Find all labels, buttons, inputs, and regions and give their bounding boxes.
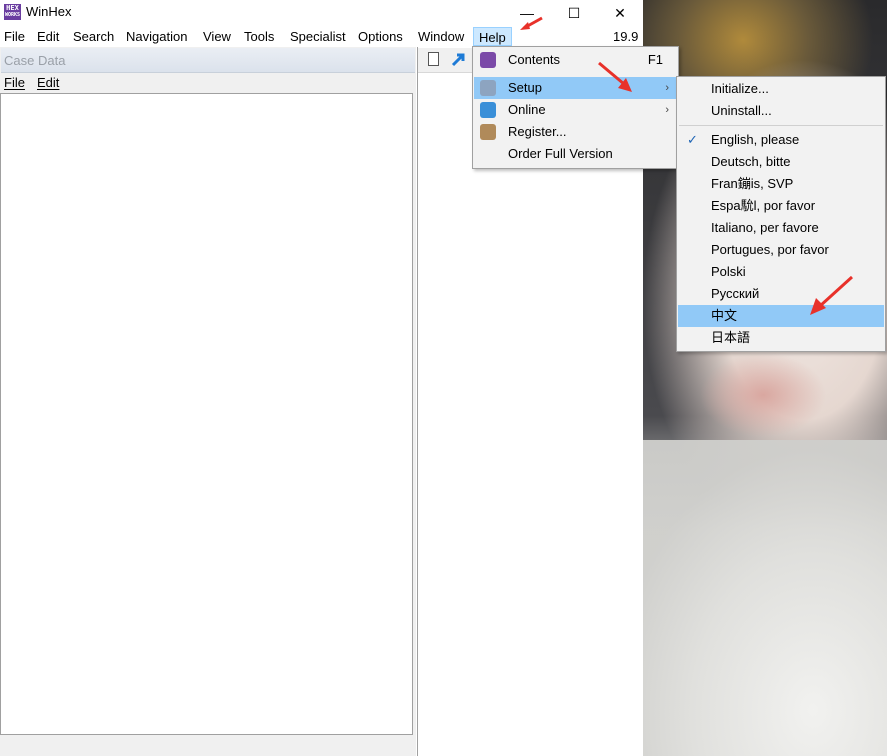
background-photo-dress xyxy=(643,440,887,756)
menu-help[interactable]: Help xyxy=(473,27,512,46)
help-register[interactable]: Register... xyxy=(474,121,677,143)
submenu-arrow-icon: › xyxy=(665,82,669,94)
menu-window[interactable]: Window xyxy=(418,27,464,46)
open-file-icon[interactable] xyxy=(451,51,466,67)
annotation-arrow-icon xyxy=(598,61,632,92)
help-menu: Contents F1 Setup › Online › Register...… xyxy=(472,46,679,169)
menu-options[interactable]: Options xyxy=(358,27,403,46)
lang-japanese[interactable]: 日本語 xyxy=(678,327,884,349)
maximize-button[interactable]: ☐ xyxy=(551,0,597,26)
online-icon xyxy=(480,102,496,118)
close-icon: ✕ xyxy=(614,4,626,21)
submenu-arrow-icon: › xyxy=(665,104,669,116)
close-button[interactable]: ✕ xyxy=(597,0,643,26)
checkmark-icon: ✓ xyxy=(687,132,698,147)
help-online[interactable]: Online › xyxy=(474,99,677,121)
case-menu-bar xyxy=(0,73,416,93)
book-icon xyxy=(480,52,496,68)
help-contents[interactable]: Contents F1 xyxy=(474,49,677,71)
setup-icon xyxy=(480,80,496,96)
new-file-icon[interactable] xyxy=(428,52,439,66)
case-menu-edit[interactable]: Edit xyxy=(37,75,59,90)
menu-view[interactable]: View xyxy=(203,27,231,46)
case-tree-area[interactable] xyxy=(0,93,413,735)
annotation-arrow-icon xyxy=(810,275,854,315)
lang-italian[interactable]: Italiano, per favore xyxy=(678,217,884,239)
case-data-title: Case Data xyxy=(4,53,66,68)
window-title: WinHex xyxy=(26,4,72,19)
version-label: 19.9 xyxy=(613,29,639,44)
help-setup[interactable]: Setup › xyxy=(474,77,677,99)
lang-french[interactable]: Fran鏰is, SVP xyxy=(678,173,884,195)
menu-specialist[interactable]: Specialist xyxy=(290,27,346,46)
lang-spanish[interactable]: Espa馻l, por favor xyxy=(678,195,884,217)
menu-separator xyxy=(679,125,883,126)
lang-english[interactable]: ✓ English, please xyxy=(678,129,884,151)
annotation-arrow-icon xyxy=(520,16,543,30)
case-menu-file[interactable]: File xyxy=(4,75,25,90)
lang-portuguese[interactable]: Portugues, por favor xyxy=(678,239,884,261)
menu-search[interactable]: Search xyxy=(73,27,114,46)
lang-german[interactable]: Deutsch, bitte xyxy=(678,151,884,173)
setup-uninstall[interactable]: Uninstall... xyxy=(678,100,884,122)
maximize-icon: ☐ xyxy=(567,4,581,21)
register-icon xyxy=(480,124,496,140)
menu-tools[interactable]: Tools xyxy=(244,27,274,46)
menu-file[interactable]: File xyxy=(4,27,25,46)
menu-navigation[interactable]: Navigation xyxy=(126,27,187,46)
menu-edit[interactable]: Edit xyxy=(37,27,59,46)
help-order-full-version[interactable]: Order Full Version xyxy=(474,143,677,165)
winhex-logo-icon: HEX WORKS xyxy=(4,4,21,20)
setup-initialize[interactable]: Initialize... xyxy=(678,78,884,100)
case-footer xyxy=(0,736,416,756)
